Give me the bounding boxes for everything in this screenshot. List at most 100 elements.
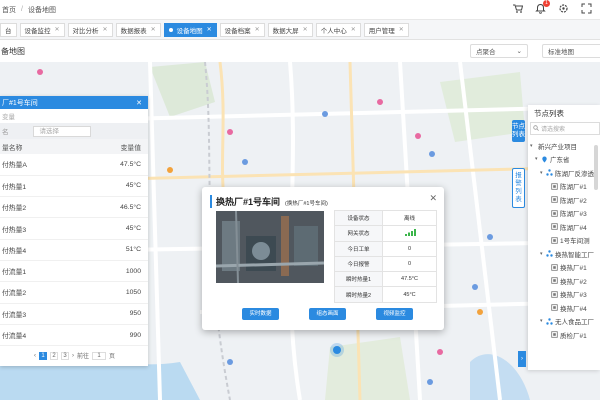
variable-name: 付热量3 <box>0 217 71 240</box>
variable-select[interactable]: 请选择 <box>32 125 91 137</box>
tree-node[interactable]: 1号车间测 <box>528 234 600 248</box>
table-row[interactable]: 付热量1 45°C <box>0 175 148 198</box>
table-row[interactable]: 付热量3 45°C <box>0 217 148 240</box>
table-row[interactable]: 付流量3 950 <box>0 303 148 325</box>
variable-name: 付流量4 <box>0 324 71 347</box>
tab-label: 用户管理 <box>368 27 395 35</box>
tab-compare[interactable]: 对比分析 ✕ <box>67 22 113 37</box>
tree-node[interactable]: 陈湖厂#3 <box>528 207 600 221</box>
tab-bar: 台 设备监控 ✕ 对比分析 ✕ 数据报表 ✕ 设备地图 ✕ 设备档案 ✕ 数据大屏 ✕ 个人… <box>0 20 600 40</box>
status-key: 设备状态 <box>334 209 383 227</box>
tree-node[interactable]: ▾ 换热智能工厂 <box>528 247 600 261</box>
page-2[interactable]: 2 <box>50 351 58 360</box>
popup-title-block: 换热厂#1号车间 (换热厂#1号车间) <box>210 195 328 208</box>
tree-node-label: 陈湖厂#2 <box>560 197 587 205</box>
prev-page-icon[interactable]: ‹ <box>34 353 36 359</box>
status-key: 瞬时热量1 <box>334 271 383 288</box>
node-list-panel: 节点列表 请选搜索 ▾ 新兴产业项目 ▾ 广东省 ▾ 陈湖厂反渗透 陈湖厂#1 陈湖厂#2 陈湖… <box>528 105 600 370</box>
column-header-value: 变量值 <box>70 139 148 154</box>
tab-reports[interactable]: 数据报表 ✕ <box>115 22 161 37</box>
settings-icon[interactable] <box>558 3 569 14</box>
popup-title: 换热厂#1号车间 <box>216 197 281 207</box>
variable-table: 量名称 变量值 付热量A 47.5°C 付热量1 45°C 付热量2 46.5°C 付热量3… <box>0 139 148 347</box>
popup-subtitle: (换热厂#1号车间) <box>285 201 328 207</box>
breadcrumb-home[interactable]: 首页 <box>2 5 16 15</box>
cluster-mode-select[interactable]: 点聚合 ⌄ <box>470 44 528 58</box>
breadcrumb-separator: / <box>21 6 23 13</box>
tree-node[interactable]: 换热厂#1 <box>528 261 600 275</box>
close-icon[interactable]: ✕ <box>103 26 108 33</box>
status-value: 47.5°C <box>382 271 437 288</box>
scrollbar[interactable] <box>594 145 598 190</box>
table-row[interactable]: 付流量1 1000 <box>0 260 148 283</box>
tree-node[interactable]: 质检厂#1 <box>528 328 600 342</box>
expand-right-icon[interactable]: › <box>518 351 526 367</box>
close-icon[interactable]: ✕ <box>151 26 156 33</box>
tab-device-map[interactable]: 设备地图 ✕ <box>163 22 217 37</box>
tab-dashboard[interactable]: 台 <box>0 22 17 37</box>
tree-node[interactable]: 陈湖厂#2 <box>528 193 600 207</box>
device-status-table: 设备状态 离线 网关状态 今日工单 0 今日报警 0 瞬时热量1 47.5°C 瞬时热量… <box>334 209 437 303</box>
tree-node[interactable]: 陈湖厂#1 <box>528 180 600 194</box>
tab-device-monitor[interactable]: 设备监控 ✕ <box>19 22 65 37</box>
status-value: 0 <box>382 255 437 273</box>
tree-node[interactable]: 陈湖厂#4 <box>528 220 600 234</box>
tree-node[interactable]: ▾ 广东省 <box>528 153 600 167</box>
variable-name: 付流量2 <box>0 281 71 304</box>
alarm-list-tab[interactable]: 报警列表 <box>512 168 525 208</box>
variable-filter-row: 名 请选择 <box>0 123 148 139</box>
close-icon[interactable]: ✕ <box>351 26 356 33</box>
tree-node[interactable]: ▾ 陈湖厂反渗透 <box>528 166 600 180</box>
tab-users[interactable]: 用户管理 ✕ <box>363 22 409 37</box>
page-input[interactable]: 1 <box>92 351 107 360</box>
node-list-tab[interactable]: 节点列表 <box>512 120 525 142</box>
table-row[interactable]: 付热量A 47.5°C <box>0 154 148 176</box>
tab-personal[interactable]: 个人中心 ✕ <box>315 22 361 37</box>
tab-label: 对比分析 <box>72 27 99 35</box>
close-icon[interactable]: ✕ <box>255 26 260 33</box>
realtime-data-button[interactable]: 实时数据 <box>242 308 279 320</box>
close-icon[interactable]: ✕ <box>136 99 142 107</box>
close-icon[interactable]: ✕ <box>429 193 437 204</box>
table-row[interactable]: 付热量4 51°C <box>0 239 148 261</box>
tree-node[interactable]: 换热厂#4 <box>528 301 600 315</box>
column-header-name: 量名称 <box>0 139 71 154</box>
map-type-select[interactable]: 标准地图 <box>542 44 600 58</box>
close-icon[interactable]: ✕ <box>55 26 60 33</box>
table-row[interactable]: 付流量4 990 <box>0 324 148 347</box>
variable-name: 付流量3 <box>0 303 71 325</box>
tree-node[interactable]: 换热厂#2 <box>528 274 600 288</box>
device-icon <box>551 304 558 311</box>
table-row[interactable]: 付流量2 1050 <box>0 281 148 304</box>
node-list-title: 节点列表 <box>534 109 564 118</box>
close-icon[interactable]: ✕ <box>207 26 212 33</box>
caret-down-icon[interactable]: ▾ <box>530 143 536 149</box>
fullscreen-icon[interactable] <box>581 3 592 14</box>
filter-label: 名 <box>2 129 9 136</box>
device-icon <box>551 196 558 203</box>
tree-node[interactable]: ▾ 无人食品工厂 <box>528 315 600 329</box>
page-title: 备地图 <box>1 46 25 56</box>
next-page-icon[interactable]: › <box>72 353 74 359</box>
tree-node-label: 陈湖厂反渗透 <box>555 170 594 178</box>
video-monitor-button[interactable]: 视频监控 <box>376 308 413 320</box>
search-placeholder: 请选搜索 <box>541 127 566 133</box>
close-icon[interactable]: ✕ <box>399 26 404 33</box>
table-row[interactable]: 付热量2 46.5°C <box>0 196 148 219</box>
tree-node-label: 陈湖厂#3 <box>560 211 587 219</box>
tab-big-screen[interactable]: 数据大屏 ✕ <box>267 22 313 37</box>
device-icon <box>551 223 558 230</box>
tab-device-archive[interactable]: 设备档案 ✕ <box>219 22 265 37</box>
page-1[interactable]: 1 <box>39 351 47 360</box>
bell-icon[interactable]: 1 <box>535 0 550 14</box>
close-icon[interactable]: ✕ <box>303 26 308 33</box>
tree-node[interactable]: 换热厂#3 <box>528 288 600 302</box>
device-icon <box>551 291 558 298</box>
page-3[interactable]: 3 <box>61 351 69 360</box>
node-search-input[interactable]: 请选搜索 <box>530 122 600 135</box>
cart-icon[interactable] <box>512 3 524 14</box>
active-dot-icon <box>168 27 173 32</box>
tree-node-label: 无人食品工厂 <box>555 319 594 327</box>
scada-view-button[interactable]: 组态画面 <box>309 308 346 320</box>
tree-node[interactable]: ▾ 新兴产业项目 <box>528 139 600 153</box>
